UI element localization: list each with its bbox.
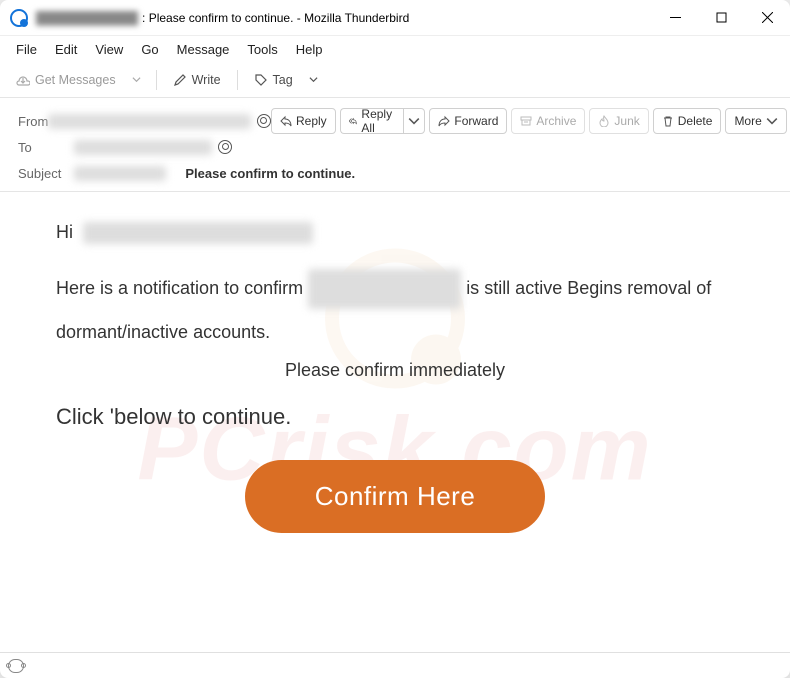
- menubar: File Edit View Go Message Tools Help: [0, 36, 790, 62]
- flame-icon: [598, 115, 610, 127]
- confirm-prompt: Please confirm immediately: [56, 358, 734, 383]
- write-label: Write: [192, 73, 221, 87]
- archive-button[interactable]: Archive: [511, 108, 585, 134]
- title-redacted: ████████████: [36, 11, 138, 25]
- maximize-button[interactable]: [698, 0, 744, 35]
- junk-button[interactable]: Junk: [589, 108, 648, 134]
- download-cloud-icon: [16, 73, 30, 87]
- reply-all-icon: [349, 115, 358, 127]
- message-body: Hi ██████████████████ Here is a notifica…: [0, 192, 790, 652]
- contact-icon[interactable]: [218, 140, 232, 154]
- tag-button[interactable]: Tag: [246, 67, 301, 93]
- greeting-hi: Hi: [56, 220, 73, 245]
- from-label: From: [18, 114, 48, 129]
- subject-label: Subject: [18, 166, 74, 181]
- tag-icon: [254, 73, 268, 87]
- message-actions: Reply Reply All Forward Archive Junk Del…: [271, 108, 787, 134]
- subject-text: Please confirm to continue.: [185, 166, 355, 181]
- reply-button[interactable]: Reply: [271, 108, 336, 134]
- menu-view[interactable]: View: [87, 40, 131, 59]
- divider: [156, 70, 157, 90]
- more-button[interactable]: More: [725, 108, 786, 134]
- statusbar: [0, 652, 790, 678]
- reply-all-button[interactable]: Reply All: [340, 108, 404, 134]
- confirm-here-button[interactable]: Confirm Here: [245, 460, 546, 532]
- message-header: From ██████████████████████ Reply Reply …: [0, 98, 790, 192]
- menu-message[interactable]: Message: [169, 40, 238, 59]
- archive-icon: [520, 115, 532, 127]
- tag-dropdown[interactable]: [301, 67, 325, 93]
- click-instruction: Click 'below to continue.: [56, 402, 734, 433]
- thunderbird-icon: [10, 9, 28, 27]
- subject-value: ██████████ Please confirm to continue.: [74, 166, 355, 181]
- body-paragraph-2: dormant/inactive accounts.: [56, 313, 734, 353]
- get-messages-button[interactable]: Get Messages: [8, 67, 124, 93]
- contact-icon[interactable]: [257, 114, 271, 128]
- window-title: ████████████ : Please confirm to continu…: [36, 11, 652, 25]
- forward-icon: [438, 115, 450, 127]
- menu-file[interactable]: File: [8, 40, 45, 59]
- toolbar: Get Messages Write Tag: [0, 62, 790, 98]
- from-value: ██████████████████████: [48, 114, 271, 129]
- app-window: ████████████ : Please confirm to continu…: [0, 0, 790, 678]
- menu-go[interactable]: Go: [133, 40, 166, 59]
- reply-all-dropdown[interactable]: [403, 108, 425, 134]
- forward-button[interactable]: Forward: [429, 108, 507, 134]
- delete-button[interactable]: Delete: [653, 108, 722, 134]
- connection-icon[interactable]: [8, 659, 24, 673]
- body-redacted: ████████████: [308, 269, 461, 309]
- minimize-button[interactable]: [652, 0, 698, 35]
- menu-help[interactable]: Help: [288, 40, 331, 59]
- body-paragraph: Here is a notification to confirm ██████…: [56, 269, 734, 309]
- window-controls: [652, 0, 790, 35]
- get-messages-dropdown[interactable]: [124, 67, 148, 93]
- write-button[interactable]: Write: [165, 67, 229, 93]
- to-value: ███████████████: [74, 140, 232, 155]
- get-messages-label: Get Messages: [35, 73, 116, 87]
- greeting-redacted: ██████████████████: [83, 222, 313, 244]
- divider: [237, 70, 238, 90]
- reply-icon: [280, 115, 292, 127]
- menu-tools[interactable]: Tools: [239, 40, 285, 59]
- menu-edit[interactable]: Edit: [47, 40, 85, 59]
- close-button[interactable]: [744, 0, 790, 35]
- titlebar: ████████████ : Please confirm to continu…: [0, 0, 790, 36]
- pencil-icon: [173, 73, 187, 87]
- to-label: To: [18, 140, 74, 155]
- tag-label: Tag: [273, 73, 293, 87]
- title-suffix: : Please confirm to continue. - Mozilla …: [142, 11, 409, 25]
- trash-icon: [662, 115, 674, 127]
